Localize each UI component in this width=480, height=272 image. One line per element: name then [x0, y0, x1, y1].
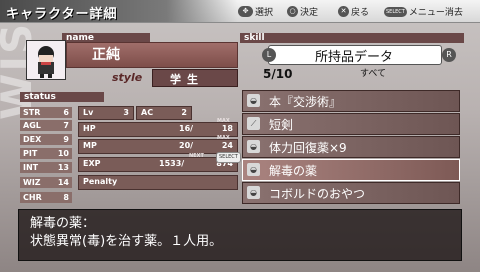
page-indicator: 5/10 [263, 67, 293, 81]
r-button-icon[interactable]: R [442, 48, 456, 62]
status-tab: status [20, 92, 104, 102]
select-button-icon: SELECT [384, 6, 407, 17]
pouch-icon: ◒ [247, 186, 260, 199]
item-label: 体力回復薬×9 [269, 141, 347, 155]
stat-row: AGL 7 [20, 120, 72, 131]
mp-value: 20/ [179, 141, 194, 150]
character-name: 正純 [92, 47, 120, 63]
stat-row: CHR 8 [20, 192, 72, 203]
stat-row: DEX 9 [20, 134, 72, 145]
skill-tab: skill [240, 33, 464, 43]
item-label: コボルドのおやつ [269, 187, 366, 201]
hint-confirm: ○ 決定 [287, 5, 318, 18]
level-label: Lv [83, 108, 94, 117]
ac-box: AC 2 [136, 106, 192, 120]
hp-max: 18 [221, 124, 233, 133]
style-label: style [112, 71, 143, 84]
l-button-icon[interactable]: L [262, 48, 276, 62]
filter-label: すべて [360, 69, 387, 79]
stat-value: 7 [63, 121, 69, 130]
stat-row: STR 6 [20, 107, 72, 118]
list-item[interactable]: ◒ 体力回復薬×9 [242, 136, 460, 158]
cross-button-icon: ✕ [338, 6, 349, 17]
stat-row: WIZ 14 [20, 177, 72, 188]
hint-confirm-label: 決定 [300, 8, 319, 18]
penalty-label: Penalty [83, 177, 118, 186]
item-label: 短剣 [269, 118, 294, 132]
character-portrait [26, 40, 66, 80]
description-body: 状態異常(毒)を治す薬。１人用。 [30, 234, 223, 249]
hint-menu-hide-label: メニュー消去 [408, 8, 463, 18]
ac-label: AC [141, 108, 154, 117]
hp-value: 16/ [179, 124, 194, 133]
hp-label: HP [83, 124, 96, 133]
list-item[interactable]: ◒ 本『交渉術』 [242, 90, 460, 112]
mp-max: 24 [221, 141, 233, 150]
stat-row: PIT 10 [20, 148, 72, 159]
stat-label: STR [23, 108, 41, 117]
stat-label: AGL [23, 121, 41, 130]
mp-label: MP [83, 141, 97, 150]
list-item[interactable]: ◒ コボルドのおやつ [242, 182, 460, 204]
circle-button-icon: ○ [287, 6, 298, 17]
stat-value: 6 [63, 108, 69, 117]
stat-value: 10 [57, 149, 69, 158]
select-hint-badge: SELECT [216, 152, 241, 163]
chibi-character-icon [27, 41, 65, 79]
stat-value: 13 [57, 163, 69, 172]
item-label: 解毒の薬 [269, 164, 318, 178]
list-item[interactable]: ⟋ 短剣 [242, 113, 460, 135]
dpad-icon: ✥ [238, 6, 253, 17]
hint-back: ✕ 戻る [338, 5, 369, 18]
description-title: 解毒の薬： [30, 216, 96, 231]
stat-value: 8 [63, 193, 69, 202]
sword-icon: ⟋ [247, 117, 260, 130]
style-value: 学生 [170, 73, 204, 86]
mp-box: MP 20/ MAX 24 [78, 135, 238, 154]
exp-box: EXP 1533/ NEXT 874 [78, 153, 238, 172]
ac-value: 2 [181, 108, 187, 117]
hint-back-label: 戻る [351, 8, 370, 18]
stat-label: WIZ [23, 178, 41, 187]
level-box: Lv 3 [78, 106, 134, 120]
stat-label: DEX [23, 135, 42, 144]
hint-select-label: 選択 [255, 8, 274, 18]
pouch-icon: ◒ [247, 140, 260, 153]
stat-value: 14 [57, 178, 69, 187]
hp-box: HP 16/ MAX 18 [78, 118, 238, 137]
category-tab-label: 所持品データ [314, 50, 393, 65]
hint-select: ✥ 選択 [238, 5, 273, 18]
hint-menu-hide: SELECT メニュー消去 [384, 5, 463, 18]
screen-title: キャラクター詳細 [6, 7, 118, 22]
item-label: 本『交渉術』 [269, 95, 342, 109]
exp-label: EXP [83, 159, 101, 168]
stat-value: 9 [63, 135, 69, 144]
stat-label: PIT [23, 149, 38, 158]
exp-value: 1533/ [159, 159, 185, 168]
list-item-selected[interactable]: ◒ 解毒の薬 [242, 159, 460, 181]
level-value: 3 [123, 108, 129, 117]
stat-row: INT 13 [20, 162, 72, 173]
exp-next-label: NEXT [189, 153, 204, 159]
pouch-icon: ◒ [247, 163, 260, 176]
pouch-icon: ◒ [247, 94, 260, 107]
stat-label: INT [23, 163, 39, 172]
stat-label: CHR [23, 193, 42, 202]
penalty-box: Penalty [78, 175, 238, 190]
